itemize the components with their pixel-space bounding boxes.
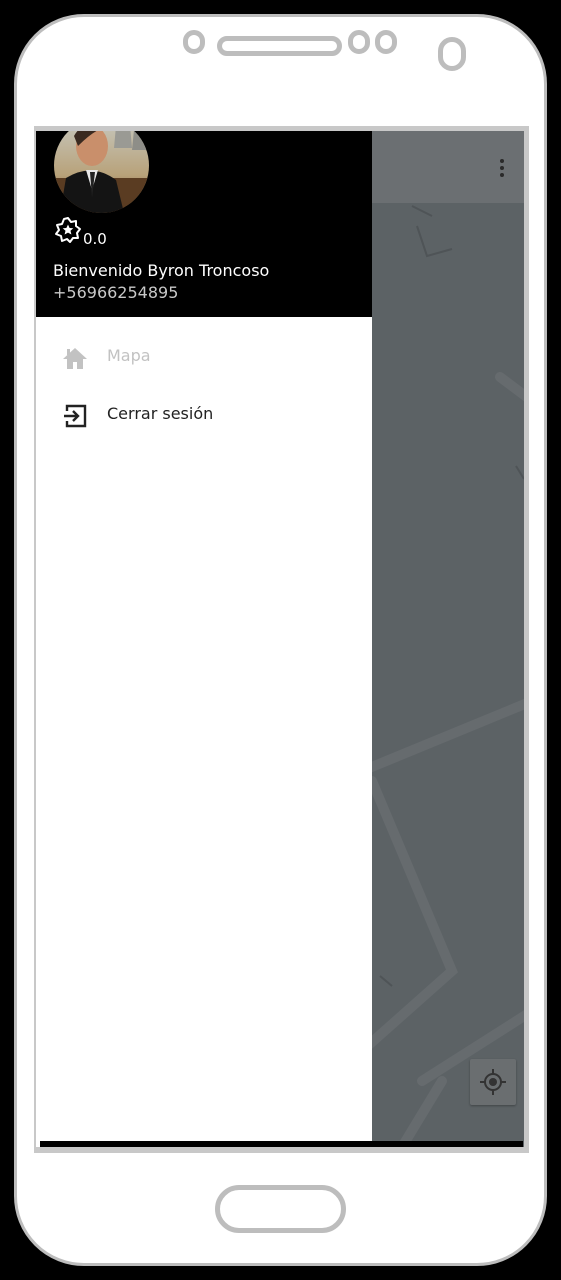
- menu-item-label: Mapa: [107, 346, 151, 365]
- home-button[interactable]: [215, 1185, 346, 1233]
- welcome-text: Bienvenido Byron Troncoso: [53, 261, 270, 280]
- my-location-button[interactable]: [470, 1059, 516, 1105]
- avatar[interactable]: [54, 131, 149, 213]
- map-streets: [372, 205, 524, 1147]
- navigation-drawer: 0.0 Bienvenido Byron Troncoso +569662548…: [36, 131, 372, 1147]
- speaker-grille: [217, 36, 342, 56]
- rating-value: 0.0: [83, 230, 107, 248]
- app-screen: 0.0 Bienvenido Byron Troncoso +569662548…: [36, 131, 524, 1147]
- sensor-icon: [375, 30, 397, 54]
- menu-item-label: Cerrar sesión: [107, 404, 214, 423]
- sensor-icon: [348, 30, 370, 54]
- home-icon: [63, 348, 87, 369]
- badge-star-icon: [55, 217, 81, 243]
- profile-photo: [54, 131, 149, 213]
- menu-item-mapa[interactable]: Mapa: [36, 331, 372, 383]
- sensor-icon: [183, 30, 205, 54]
- user-phone: +56966254895: [53, 283, 179, 302]
- my-location-icon: [480, 1069, 506, 1095]
- front-camera-icon: [438, 37, 466, 71]
- map-view[interactable]: [372, 131, 524, 1147]
- logout-icon: [64, 404, 87, 428]
- more-vert-icon[interactable]: [499, 159, 505, 181]
- drawer-header: 0.0 Bienvenido Byron Troncoso +569662548…: [36, 131, 372, 317]
- screen-bottom-edge: [40, 1141, 523, 1147]
- menu-item-cerrar-sesion[interactable]: Cerrar sesión: [36, 389, 372, 441]
- app-toolbar: [372, 131, 524, 203]
